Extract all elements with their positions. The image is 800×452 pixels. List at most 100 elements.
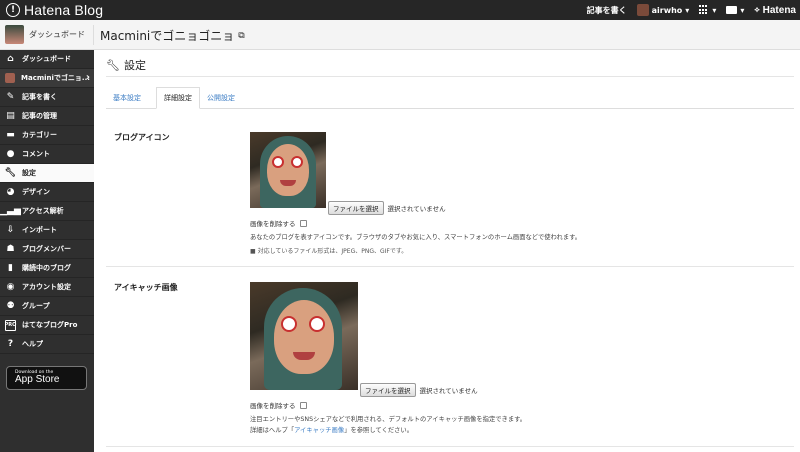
sidebar-item-label: 記事の管理 (22, 112, 57, 120)
sub-header: ダッシュボード Macminiでゴニョゴニョ ⧉ (0, 20, 800, 50)
choose-file-button[interactable]: ファイルを選択 (328, 201, 384, 215)
app-store-badge[interactable]: Download on the App Store (6, 366, 87, 390)
supported-formats-note: ■ 対応しているファイル形式は、JPEG、PNG、GIFです。 (250, 248, 408, 255)
blog-icon-section: ブログアイコン ファイルを選択 選択されていません 画像を削除する あなたのブロ… (106, 122, 794, 267)
grid-icon (699, 5, 709, 15)
user-circle-icon: ◉ (6, 282, 15, 292)
delete-image-label: 画像を削除する (250, 402, 296, 410)
user-avatar (636, 4, 649, 16)
main-content: 🔧︎ 設定 基本設定 詳細設定 公開設定 ブログアイコン ファイルを選択 選択さ… (94, 50, 800, 452)
sidebar-item-pro[interactable]: PRO はてなブログPro (0, 316, 94, 335)
sidebar-item-design[interactable]: ◕ デザイン (0, 183, 94, 202)
wrench-icon: 🔧︎ (106, 58, 120, 72)
bar-chart-icon: ▁▃▅ (0, 206, 21, 216)
sidebar-item-import[interactable]: ⇩ インポート (0, 221, 94, 240)
sidebar-item-settings[interactable]: 🔧︎ 設定 (0, 164, 94, 183)
chevron-down-icon: ▾ (685, 5, 690, 15)
sidebar-item-categories[interactable]: ▬ カテゴリー (0, 126, 94, 145)
eyecatch-file-row: ファイルを選択 選択されていません (360, 383, 478, 397)
help-icon: ? (7, 339, 14, 349)
chevron-down-icon: ▾ (712, 5, 717, 15)
top-right-menu: 記事を書く airwho ▾ ▾ ▾ ⟡ Hatena (587, 0, 796, 20)
blog-icon-image (250, 132, 326, 208)
sidebar-item-subscriptions[interactable]: ▮ 購読中のブログ (0, 259, 94, 278)
speech-bubble-icon (726, 6, 738, 14)
sidebar-item-label: コメント (22, 150, 50, 158)
pro-badge-icon: PRO (5, 319, 16, 331)
sidebar-item-label: 設定 (22, 169, 36, 177)
sidebar-item-label: Macminiでゴニョ... (21, 74, 90, 82)
sidebar-item-comments[interactable]: ● コメント (0, 145, 94, 164)
delete-image-checkbox[interactable] (299, 219, 307, 227)
sidebar: ⌂ ダッシュボード Macminiでゴニョ... › ✎ 記事を書く ▤ 記事の… (0, 50, 94, 452)
sidebar-item-label: 記事を書く (22, 93, 57, 101)
user-menu[interactable]: airwho ▾ (636, 4, 690, 16)
hatena-blog-logo[interactable]: ! Hatena Blog (6, 2, 103, 18)
blog-icon-label: ブログアイコン (114, 133, 170, 142)
brand-name: Hatena Blog (24, 2, 104, 18)
sidebar-item-articles[interactable]: ▤ 記事の管理 (0, 107, 94, 126)
delete-image-label: 画像を削除する (250, 220, 296, 228)
notification-menu[interactable]: ▾ (726, 6, 744, 15)
edit-icon: ✎ (6, 92, 15, 102)
divider (93, 25, 94, 45)
file-status: 選択されていません (387, 205, 446, 213)
eyecatch-image (250, 282, 358, 390)
blog-title-link[interactable]: Macminiでゴニョゴニョ ⧉ (100, 27, 245, 44)
hatena-bird-icon: ⟡ (754, 5, 760, 14)
delete-image-row: 画像を削除する (250, 218, 307, 228)
sidebar-item-label: デザイン (22, 188, 50, 196)
sidebar-item-analytics[interactable]: ▁▃▅ アクセス解析 (0, 202, 94, 221)
folder-icon: ▬ (6, 130, 15, 140)
write-article-link[interactable]: 記事を書く (587, 5, 627, 16)
help-suffix: 」を参照してください。 (344, 427, 414, 434)
sidebar-item-account[interactable]: ◉ アカウント設定 (0, 278, 94, 297)
blog-icon-file-row: ファイルを選択 選択されていません (328, 201, 446, 215)
blog-title: Macminiでゴニョゴニョ (100, 29, 235, 43)
sidebar-item-label: はてなブログPro (22, 321, 78, 329)
dashboard-link[interactable]: ダッシュボード (29, 29, 85, 40)
choose-file-button[interactable]: ファイルを選択 (360, 383, 416, 397)
tab-advanced-settings[interactable]: 詳細設定 (156, 87, 200, 109)
sidebar-item-label: アクセス解析 (22, 207, 64, 215)
chevron-down-icon: ▾ (740, 5, 745, 15)
hatena-label: Hatena (762, 4, 796, 16)
settings-tabs: 基本設定 詳細設定 公開設定 (106, 87, 794, 109)
sidebar-item-members[interactable]: ☗ ブログメンバー (0, 240, 94, 259)
divider (106, 76, 794, 77)
delete-image-checkbox[interactable] (299, 401, 307, 409)
document-icon: ▤ (6, 111, 15, 121)
sidebar-item-label: グループ (22, 302, 50, 310)
eyecatch-description: 注目エントリーやSNSシェアなどで利用される、デフォルトのアイキャッチ画像を指定… (250, 416, 527, 423)
user-name: airwho (651, 5, 683, 15)
apps-menu[interactable]: ▾ (699, 5, 716, 15)
tab-publish-settings[interactable]: 公開設定 (200, 87, 242, 109)
file-status: 選択されていません (419, 387, 478, 395)
app-store-big: App Store (15, 374, 60, 386)
sidebar-item-write[interactable]: ✎ 記事を書く (0, 88, 94, 107)
blog-avatar[interactable] (5, 25, 24, 44)
blog-avatar-icon (5, 73, 15, 83)
sidebar-item-dashboard[interactable]: ⌂ ダッシュボード (0, 50, 94, 69)
sidebar-item-groups[interactable]: ⚉ グループ (0, 297, 94, 316)
delete-image-row: 画像を削除する (250, 400, 307, 410)
tab-basic-settings[interactable]: 基本設定 (106, 87, 148, 109)
hatena-logo-icon: ! (6, 3, 20, 17)
sidebar-item-label: ブログメンバー (22, 245, 71, 253)
sidebar-item-label: ヘルプ (22, 340, 43, 348)
sidebar-item-blog[interactable]: Macminiでゴニョ... › (0, 69, 94, 88)
eyecatch-help-link[interactable]: アイキャッチ画像 (294, 427, 344, 434)
sidebar-item-help[interactable]: ? ヘルプ (0, 335, 94, 354)
blog-icon-body: ファイルを選択 選択されていません 画像を削除する あなたのブログを表すアイコン… (250, 132, 581, 255)
sidebar-item-label: アカウント設定 (22, 283, 71, 291)
chevron-right-icon: › (85, 72, 90, 83)
eyecatch-label: アイキャッチ画像 (114, 283, 178, 292)
app-store-text: Download on the App Store (15, 370, 60, 386)
hatena-link[interactable]: ⟡ Hatena (754, 5, 796, 16)
top-bar: ! Hatena Blog 記事を書く airwho ▾ ▾ ▾ ⟡ Haten… (0, 0, 800, 20)
group-icon: ⚉ (6, 301, 15, 311)
eyecatch-body: ファイルを選択 選択されていません 画像を削除する 注目エントリーやSNSシェア… (250, 282, 526, 434)
member-icon: ☗ (6, 244, 15, 254)
external-link-icon: ⧉ (238, 30, 245, 41)
sidebar-item-label: カテゴリー (22, 131, 57, 139)
